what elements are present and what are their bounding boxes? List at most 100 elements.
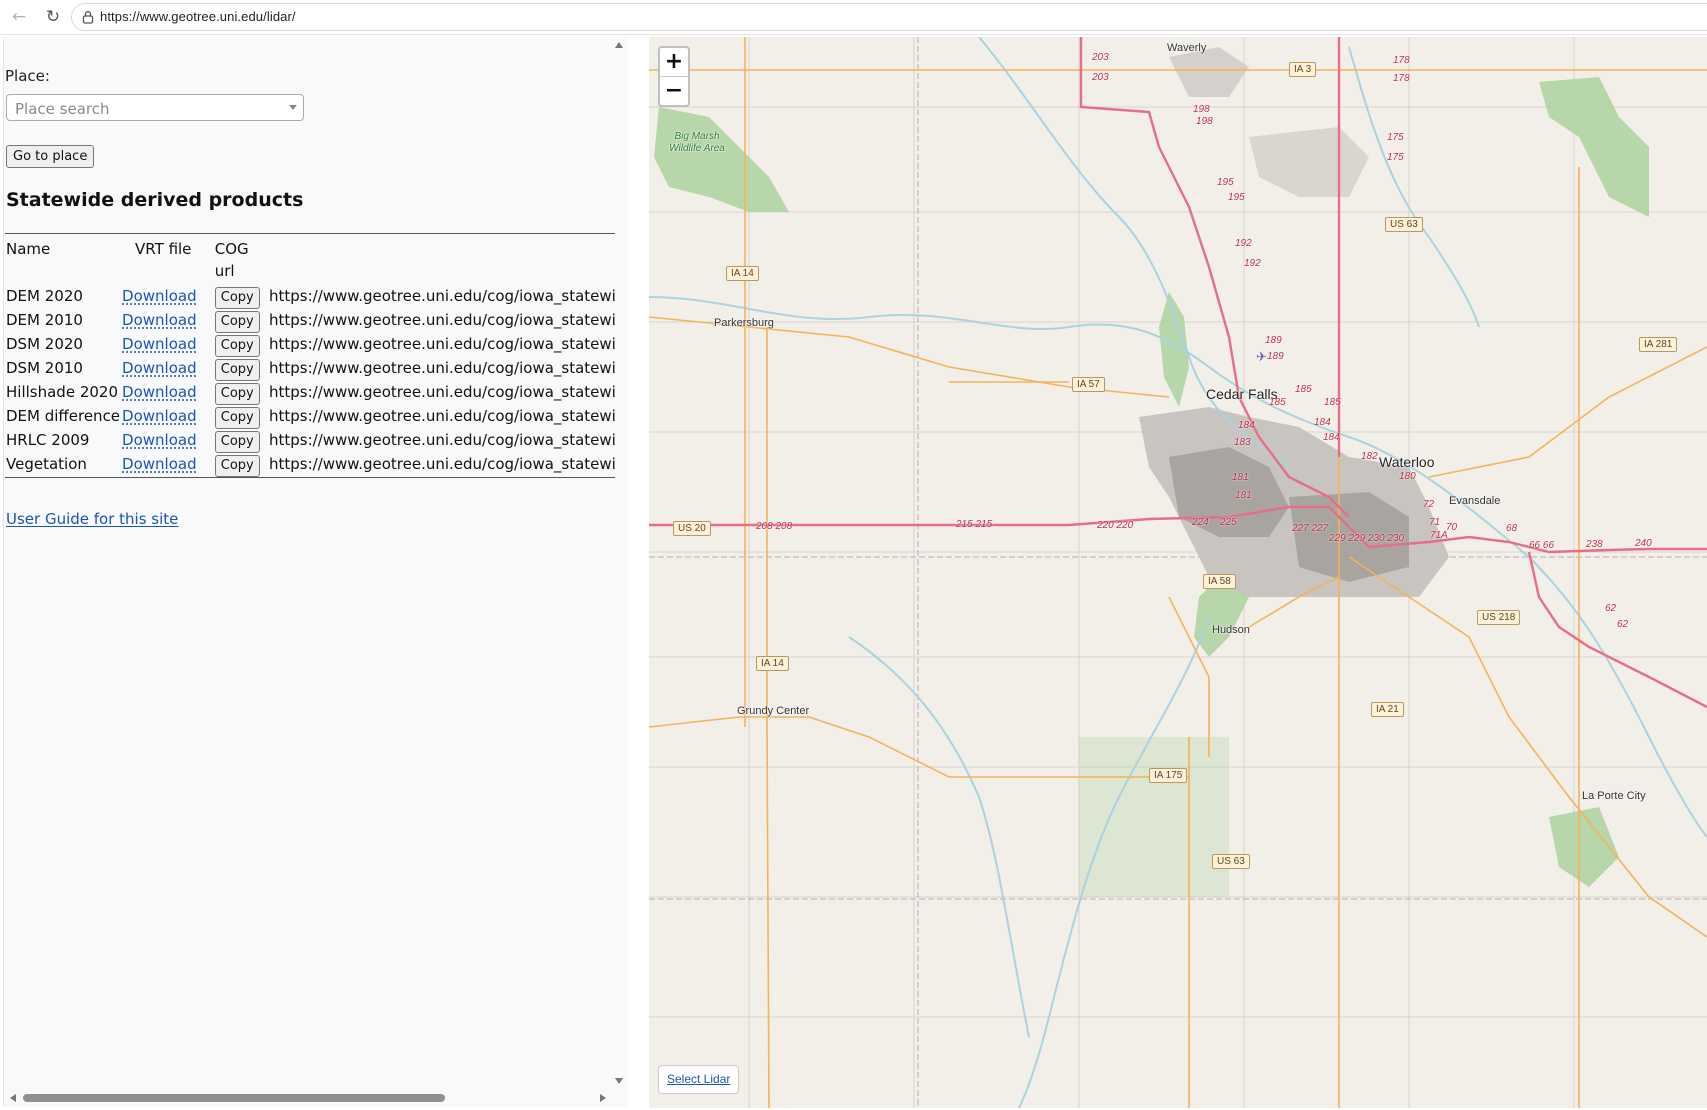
exit-number: 184 [1314,417,1331,428]
city-label-la-porte-city: La Porte City [1582,790,1646,802]
horizontal-scrollbar-thumb[interactable] [23,1094,445,1102]
scroll-down-arrow-icon[interactable] [615,1078,623,1084]
cog-url: https://www.geotree.uni.edu/cog/iowa_sta… [269,311,615,329]
row-name: Hillshade 2020 [6,383,118,401]
exit-number: 192 [1235,238,1252,249]
section-title: Statewide derived products [6,189,304,211]
exit-number: 72 [1423,499,1435,510]
select-lidar-button[interactable]: Select Lidar [658,1065,740,1094]
cog-url: https://www.geotree.uni.edu/cog/iowa_sta… [269,407,615,425]
download-link[interactable]: Download [122,311,197,329]
city-label-waverly: Waverly [1167,42,1207,54]
route-shield: IA 175 [1149,768,1188,783]
copy-button[interactable]: Copy [214,335,260,357]
zoom-out-button[interactable]: − [660,77,688,105]
exit-number: 224 [1192,517,1209,528]
download-link[interactable]: Download [122,407,197,425]
map-canvas: ✈ [649,37,1707,1108]
county-lines [649,37,1707,1108]
row-name: DSM 2010 [6,359,83,377]
city-label-parkersburg: Parkersburg [714,317,774,329]
rivers [649,37,1707,1108]
exit-number: 227 227 [1292,523,1329,534]
exit-number: 185 [1269,397,1286,408]
row-name: HRLC 2009 [6,431,90,449]
copy-button[interactable]: Copy [214,287,260,309]
map-view[interactable]: ✈ Waverly Parkersburg Cedar Falls Waterl… [649,37,1707,1108]
exit-number: 183 [1234,437,1251,448]
route-shield: US 63 [1212,854,1250,869]
address-bar[interactable]: https://www.geotree.uni.edu/lidar/ [71,3,1707,31]
download-link[interactable]: Download [122,335,197,353]
park-label: Big Marsh Wildlife Area [669,131,725,154]
zoom-in-button[interactable]: + [660,48,688,77]
back-arrow-icon[interactable]: ← [7,5,31,29]
exit-number: 66 66 [1529,540,1555,551]
cog-url: https://www.geotree.uni.edu/cog/iowa_sta… [269,455,615,473]
reload-icon[interactable]: ↻ [41,5,65,29]
map-grid-lines [649,37,1707,1108]
copy-button[interactable]: Copy [214,431,260,453]
cog-url: https://www.geotree.uni.edu/cog/iowa_sta… [269,431,615,449]
city-label-evansdale: Evansdale [1449,495,1501,507]
exit-number: 189 [1267,351,1284,362]
table-row: HRLC 2009 Download Copy https://www.geot… [5,429,615,453]
download-link[interactable]: Download [122,383,197,401]
go-to-place-button[interactable]: Go to place [6,145,95,168]
row-name: DEM 2020 [6,287,83,305]
user-guide-link[interactable]: User Guide for this site [6,510,178,528]
scroll-up-arrow-icon[interactable] [615,42,623,48]
route-shield: IA 14 [756,656,789,671]
copy-button[interactable]: Copy [214,455,260,477]
exit-number: 68 [1506,523,1518,534]
exit-number: 180 [1399,471,1416,482]
download-link[interactable]: Download [122,287,197,305]
copy-button[interactable]: Copy [214,407,260,429]
exit-number: 208 208 [756,521,793,532]
column-header-name: Name [6,240,51,258]
exit-number: 182 [1361,451,1378,462]
exit-number: 175 [1387,132,1404,143]
exit-number: 62 [1605,603,1617,614]
route-shield: IA 281 [1639,337,1678,352]
exit-number: 184 [1238,420,1255,431]
copy-button[interactable]: Copy [214,359,260,381]
exit-number: 71 [1429,517,1441,528]
exit-number: 203 [1092,72,1109,83]
download-link[interactable]: Download [122,359,197,377]
download-link[interactable]: Download [122,431,197,449]
place-label: Place: [5,67,50,85]
route-shield: IA 58 [1203,574,1236,589]
row-name: DEM difference [6,407,121,425]
table-row: DEM 2010 Download Copy https://www.geotr… [5,309,615,333]
table-row: DSM 2010 Download Copy https://www.geotr… [5,357,615,381]
route-shield: IA 3 [1289,62,1317,77]
exit-number: 198 [1196,116,1213,127]
download-link[interactable]: Download [122,455,197,473]
city-label-hudson: Hudson [1212,624,1250,636]
exit-number: 240 [1635,538,1652,549]
exit-number: 185 [1295,384,1312,395]
route-shield: IA 14 [726,266,759,281]
primary-roads [649,37,1707,1108]
copy-button[interactable]: Copy [214,383,260,405]
column-header-cog: COG url [214,240,249,280]
place-search-select[interactable]: Place search [6,94,304,121]
exit-number: 215 215 [956,519,993,530]
table-row: DSM 2020 Download Copy https://www.geotr… [5,333,615,357]
lock-icon [82,11,94,24]
cog-url: https://www.geotree.uni.edu/cog/iowa_sta… [269,359,615,377]
place-search-placeholder: Place search [15,100,110,118]
exit-number: 198 [1193,104,1210,115]
route-shield: US 63 [1385,217,1423,232]
scroll-left-arrow-icon[interactable] [10,1094,16,1102]
chevron-down-icon [289,105,297,110]
exit-number: 225 [1220,517,1237,528]
route-shield: IA 57 [1072,377,1105,392]
row-name: Vegetation [6,455,87,473]
table-row: Vegetation Download Copy https://www.geo… [5,453,615,478]
scroll-right-arrow-icon[interactable] [600,1094,606,1102]
exit-number: 189 [1265,335,1282,346]
exit-number: 185 [1324,397,1341,408]
copy-button[interactable]: Copy [214,311,260,333]
